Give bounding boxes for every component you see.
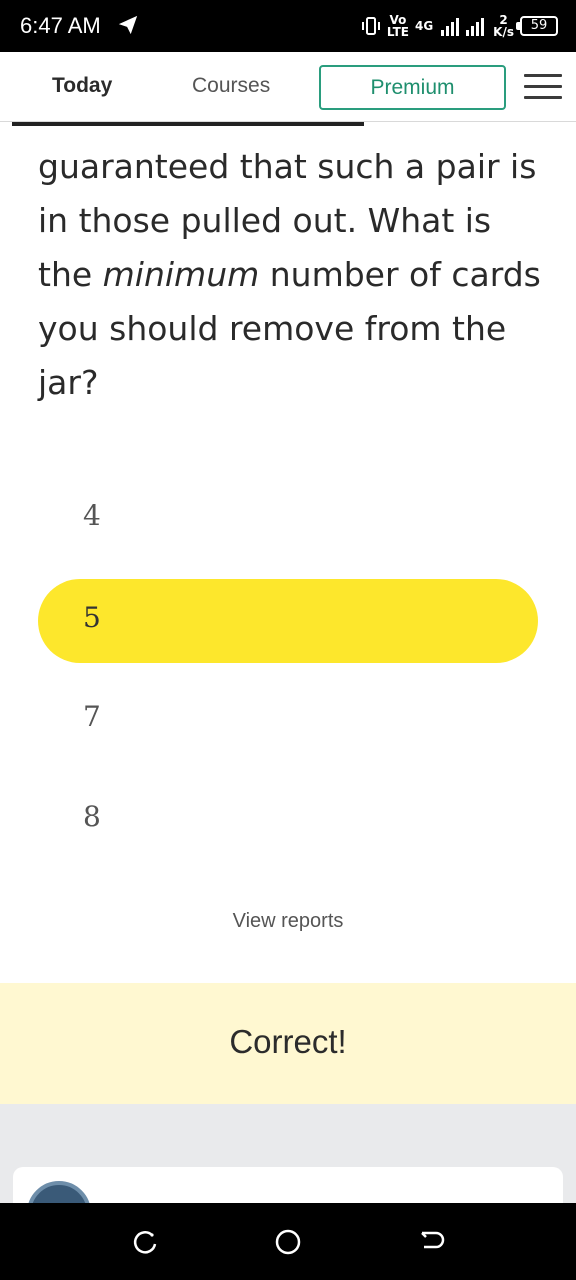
option-label: 5 bbox=[83, 601, 101, 634]
back-icon[interactable] bbox=[416, 1227, 446, 1257]
question-emphasis: minimum bbox=[102, 255, 260, 294]
question-text: guaranteed that such a pair is in those … bbox=[38, 140, 548, 410]
clipped-text-line bbox=[12, 122, 364, 126]
home-icon[interactable] bbox=[273, 1227, 303, 1257]
menu-icon[interactable] bbox=[524, 74, 562, 100]
top-nav: Today Courses Premium bbox=[0, 52, 576, 122]
option-label: 4 bbox=[83, 499, 101, 532]
system-nav-bar bbox=[0, 1203, 576, 1280]
answer-option[interactable]: 8 bbox=[38, 778, 538, 862]
option-label: 8 bbox=[83, 800, 101, 833]
volte-bottom: LTE bbox=[386, 25, 409, 39]
battery-icon: 59 bbox=[516, 16, 558, 36]
signal-icon bbox=[441, 18, 485, 36]
feedback-text: Correct! bbox=[229, 1023, 347, 1060]
tab-today[interactable]: Today bbox=[52, 74, 112, 98]
status-bar: 6:47 AM Vo LTE 4G 2 K/s 59 bbox=[0, 0, 576, 52]
vibrate-icon bbox=[361, 17, 380, 35]
volte-indicator: Vo LTE bbox=[387, 14, 409, 38]
feedback-banner: Correct! bbox=[0, 983, 576, 1104]
telegram-plane-icon bbox=[118, 15, 138, 35]
net-type: 4G bbox=[414, 19, 434, 33]
answer-option[interactable]: 4 bbox=[38, 477, 538, 561]
option-label: 7 bbox=[83, 700, 101, 733]
answer-option-selected[interactable]: 5 bbox=[38, 579, 538, 663]
premium-button[interactable]: Premium bbox=[319, 65, 506, 110]
net-speed: 2 K/s bbox=[493, 14, 514, 38]
status-time: 6:47 AM bbox=[20, 13, 101, 38]
net-speed-unit: K/s bbox=[493, 25, 514, 39]
view-reports-link[interactable]: View reports bbox=[0, 910, 576, 933]
status-indicators: Vo LTE 4G 2 K/s 59 bbox=[361, 8, 558, 44]
recents-icon[interactable] bbox=[130, 1227, 160, 1257]
tab-courses[interactable]: Courses bbox=[192, 74, 270, 98]
answer-option[interactable]: 7 bbox=[38, 678, 538, 762]
